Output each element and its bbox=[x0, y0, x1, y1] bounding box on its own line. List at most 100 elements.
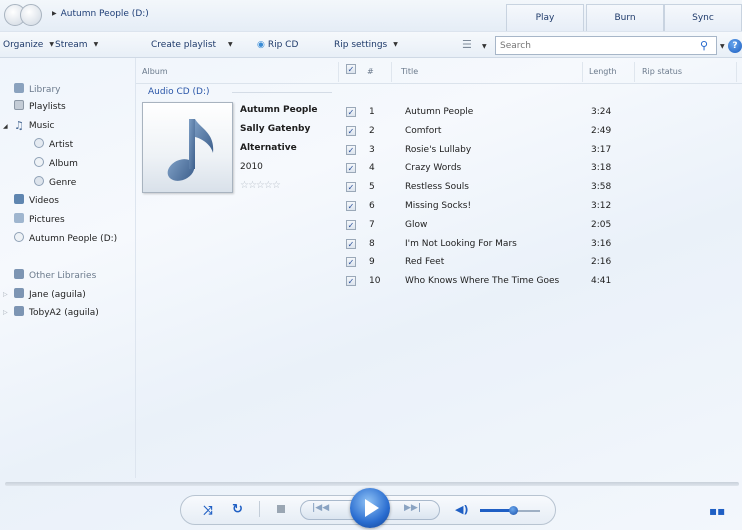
track-number: 8 bbox=[369, 238, 375, 249]
track-checkbox[interactable]: ✓ bbox=[346, 125, 356, 136]
track-checkbox[interactable]: ✓ bbox=[346, 144, 356, 155]
forward-button[interactable] bbox=[20, 4, 42, 26]
column-divider[interactable] bbox=[338, 62, 339, 82]
repeat-icon[interactable]: ↻ bbox=[232, 502, 243, 517]
album-artist[interactable]: Sally Gatenby bbox=[240, 124, 310, 134]
select-all-checkbox[interactable]: ✓ bbox=[346, 64, 356, 74]
play-button[interactable] bbox=[350, 488, 390, 528]
shuffle-icon[interactable]: ⤨ bbox=[203, 503, 213, 518]
breadcrumb-arrow-icon: ▶ bbox=[52, 10, 57, 17]
group-header-divider bbox=[232, 92, 332, 93]
view-options-icon[interactable]: ☰ bbox=[462, 38, 472, 51]
seek-bar[interactable] bbox=[5, 482, 739, 486]
track-checkbox[interactable]: ✓ bbox=[346, 257, 356, 268]
table-row[interactable]: ✓ 10 Who Knows Where The Time Goes 4:41 bbox=[344, 274, 634, 292]
track-length: 3:17 bbox=[591, 144, 612, 155]
column-divider[interactable] bbox=[736, 62, 737, 82]
create-playlist-label: Create playlist bbox=[151, 40, 217, 50]
track-checkbox[interactable]: ✓ bbox=[346, 276, 356, 287]
sidebar-item-videos[interactable]: Videos bbox=[14, 194, 59, 208]
album-year[interactable]: 2010 bbox=[240, 162, 263, 172]
track-number: 1 bbox=[369, 107, 375, 117]
stream-menu[interactable]: Stream ▼ bbox=[55, 40, 98, 50]
rip-cd-button[interactable]: ◉ Rip CD bbox=[257, 40, 298, 50]
sidebar-item-playlists[interactable]: Playlists bbox=[14, 100, 66, 114]
rip-settings-menu[interactable]: Rip settings ▼ bbox=[334, 40, 398, 50]
artist-icon bbox=[34, 138, 44, 148]
sidebar-item-label: Music bbox=[28, 121, 55, 131]
tab-sync[interactable]: Sync bbox=[664, 4, 742, 31]
track-checkbox[interactable]: ✓ bbox=[346, 238, 356, 249]
track-number: 6 bbox=[369, 201, 375, 211]
videos-icon bbox=[14, 194, 24, 204]
search-box[interactable]: ⚲ bbox=[495, 36, 717, 55]
sidebar-item-toby[interactable]: TobyA2 (aguila) bbox=[14, 306, 99, 320]
album-art[interactable] bbox=[142, 102, 233, 193]
track-checkbox[interactable]: ✓ bbox=[346, 219, 356, 230]
album-genre[interactable]: Alternative bbox=[240, 143, 297, 153]
sidebar-item-label: Jane (aguila) bbox=[29, 290, 86, 300]
table-row[interactable]: ✓ 8 I'm Not Looking For Mars 3:16 bbox=[344, 237, 634, 255]
tab-play[interactable]: Play bbox=[506, 4, 584, 31]
column-divider[interactable] bbox=[582, 62, 583, 82]
help-icon[interactable]: ? bbox=[728, 39, 742, 53]
column-header-row: Album ✓ # Title Length Rip status bbox=[136, 58, 742, 84]
column-divider[interactable] bbox=[391, 62, 392, 82]
create-playlist-menu[interactable]: Create playlist ▼ bbox=[151, 40, 233, 50]
column-header-title[interactable]: Title bbox=[401, 67, 418, 76]
track-checkbox[interactable]: ✓ bbox=[346, 201, 356, 211]
breadcrumb-label: Autumn People (D:) bbox=[60, 9, 149, 19]
remote-library-icon bbox=[14, 306, 24, 316]
track-title: Red Feet bbox=[405, 257, 445, 268]
column-divider[interactable] bbox=[634, 62, 635, 82]
track-checkbox[interactable]: ✓ bbox=[346, 107, 356, 117]
search-icon[interactable]: ⚲ bbox=[700, 39, 708, 52]
album-title[interactable]: Autumn People bbox=[240, 105, 318, 115]
table-row[interactable]: ✓ 2 Comfort 2:49 bbox=[344, 124, 634, 142]
search-options-chevron-icon[interactable]: ▼ bbox=[720, 43, 725, 50]
sidebar-item-music[interactable]: ♫ Music bbox=[14, 119, 54, 133]
sidebar-item-jane[interactable]: Jane (aguila) bbox=[14, 288, 86, 302]
tab-burn[interactable]: Burn bbox=[586, 4, 664, 31]
track-checkbox[interactable]: ✓ bbox=[346, 182, 356, 193]
switch-to-now-playing-icon[interactable]: ▪▪ bbox=[709, 504, 725, 518]
table-row[interactable]: ✓ 4 Crazy Words 3:18 bbox=[344, 161, 634, 179]
mute-icon[interactable]: ◀) bbox=[455, 503, 469, 516]
stop-icon[interactable] bbox=[277, 505, 285, 513]
sidebar-item-label: Autumn People (D:) bbox=[29, 234, 118, 244]
volume-knob[interactable] bbox=[509, 506, 518, 515]
organize-menu[interactable]: Organize ▼ bbox=[3, 40, 54, 50]
column-header-length[interactable]: Length bbox=[589, 67, 617, 76]
sidebar-item-pictures[interactable]: Pictures bbox=[14, 213, 65, 227]
expand-arrow-icon[interactable]: ◢ bbox=[3, 123, 8, 130]
sidebar-item-album[interactable]: Album bbox=[34, 157, 78, 171]
playlists-icon bbox=[14, 100, 24, 110]
table-row[interactable]: ✓ 3 Rosie's Lullaby 3:17 bbox=[344, 143, 634, 161]
next-icon[interactable]: ▶▶| bbox=[404, 503, 421, 513]
search-input[interactable] bbox=[496, 37, 686, 54]
rating-stars[interactable]: ☆☆☆☆☆ bbox=[240, 180, 281, 191]
table-row[interactable]: ✓ 7 Glow 2:05 bbox=[344, 218, 634, 236]
expand-arrow-icon[interactable]: ▷ bbox=[3, 291, 8, 298]
breadcrumb[interactable]: ▶ Autumn People (D:) bbox=[52, 9, 149, 19]
sidebar-item-label: Videos bbox=[29, 196, 59, 206]
album-icon bbox=[34, 157, 44, 167]
sidebar-item-artist[interactable]: Artist bbox=[34, 138, 73, 152]
table-row[interactable]: ✓ 9 Red Feet 2:16 bbox=[344, 255, 634, 273]
column-header-number[interactable]: # bbox=[367, 67, 374, 76]
sidebar-item-library[interactable]: Library bbox=[14, 83, 60, 97]
view-options-chevron-icon[interactable]: ▼ bbox=[482, 43, 487, 50]
sidebar-item-cd-drive[interactable]: Autumn People (D:) bbox=[14, 232, 117, 246]
table-row[interactable]: ✓ 6 Missing Socks! 3:12 bbox=[344, 199, 634, 217]
sidebar-item-other-libraries[interactable]: Other Libraries bbox=[14, 269, 96, 283]
track-checkbox[interactable]: ✓ bbox=[346, 163, 356, 174]
table-row[interactable]: ✓ 5 Restless Souls 3:58 bbox=[344, 180, 634, 198]
previous-icon[interactable]: |◀◀ bbox=[312, 503, 329, 513]
track-length: 2:49 bbox=[591, 125, 612, 136]
column-header-album[interactable]: Album bbox=[142, 67, 168, 76]
track-title: Comfort bbox=[405, 125, 442, 136]
table-row[interactable]: ✓ 1 Autumn People 3:24 bbox=[344, 105, 634, 123]
column-header-rip-status[interactable]: Rip status bbox=[642, 67, 682, 76]
expand-arrow-icon[interactable]: ▷ bbox=[3, 309, 8, 316]
sidebar-item-genre[interactable]: Genre bbox=[34, 176, 76, 190]
